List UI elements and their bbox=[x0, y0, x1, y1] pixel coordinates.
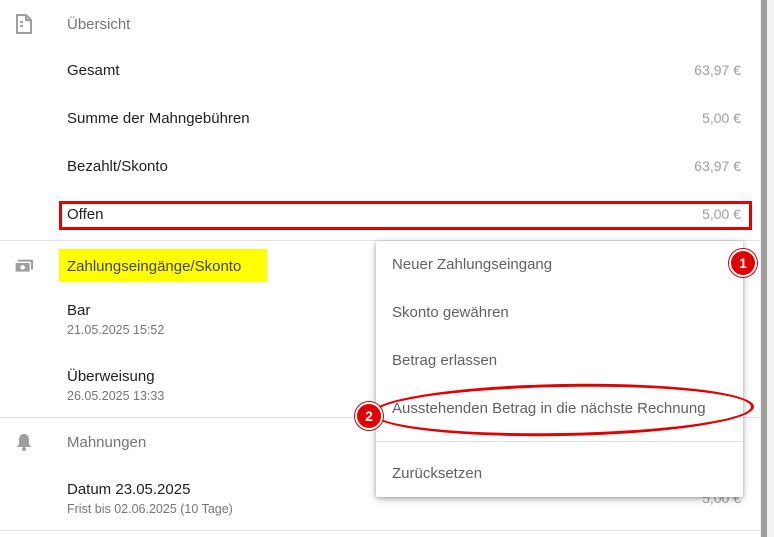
scrollbar-thumb[interactable] bbox=[761, 0, 767, 537]
row-label: Bar bbox=[67, 302, 91, 319]
menu-item-reset[interactable]: Zurücksetzen bbox=[376, 450, 743, 498]
menu-item-label: Betrag erlassen bbox=[392, 352, 498, 369]
overview-row-total: Gesamt 63,97 € bbox=[0, 48, 760, 96]
document-icon bbox=[14, 14, 34, 34]
menu-item-grant-discount[interactable]: Skonto gewähren bbox=[376, 289, 743, 337]
row-label: Überweisung bbox=[67, 368, 155, 385]
payments-title: Zahlungseingänge/Skonto bbox=[67, 258, 242, 275]
row-timestamp: 21.05.2025 15:52 bbox=[67, 323, 165, 337]
menu-item-waive-amount[interactable]: Betrag erlassen bbox=[376, 337, 743, 385]
menu-divider bbox=[376, 441, 743, 442]
annotation-badge-2: 2 bbox=[355, 402, 383, 430]
menu-item-label: Skonto gewähren bbox=[392, 304, 509, 321]
row-deadline: Frist bis 02.06.2025 (10 Tage) bbox=[67, 502, 233, 516]
cash-icon bbox=[14, 256, 34, 276]
menu-item-label: Neuer Zahlungseingang bbox=[392, 256, 553, 273]
row-label: Bezahlt/Skonto bbox=[67, 158, 168, 175]
row-label: Gesamt bbox=[67, 62, 120, 79]
section-divider bbox=[0, 530, 760, 531]
annotation-box-open bbox=[59, 201, 752, 230]
payment-action-menu: Neuer Zahlungseingang Skonto gewähren Be… bbox=[376, 241, 743, 497]
menu-item-new-payment[interactable]: Neuer Zahlungseingang bbox=[376, 241, 743, 289]
menu-item-label: Zurücksetzen bbox=[392, 465, 483, 482]
overview-section-header: Übersicht bbox=[0, 0, 760, 48]
row-value: 63,97 € bbox=[694, 62, 741, 78]
annotation-badge-1: 1 bbox=[729, 249, 757, 277]
overview-row-reminder-fees: Summe der Mahngebühren 5,00 € bbox=[0, 96, 760, 144]
row-timestamp: 26.05.2025 13:33 bbox=[67, 389, 165, 403]
overview-title: Übersicht bbox=[67, 16, 131, 33]
reminders-title: Mahnungen bbox=[67, 434, 147, 451]
row-label: Datum 23.05.2025 bbox=[67, 481, 191, 498]
overview-row-paid: Bezahlt/Skonto 63,97 € bbox=[0, 144, 760, 192]
row-value: 5,00 € bbox=[702, 110, 741, 126]
row-label: Summe der Mahngebühren bbox=[67, 110, 250, 127]
row-value: 63,97 € bbox=[694, 158, 741, 174]
bell-icon bbox=[14, 432, 34, 452]
